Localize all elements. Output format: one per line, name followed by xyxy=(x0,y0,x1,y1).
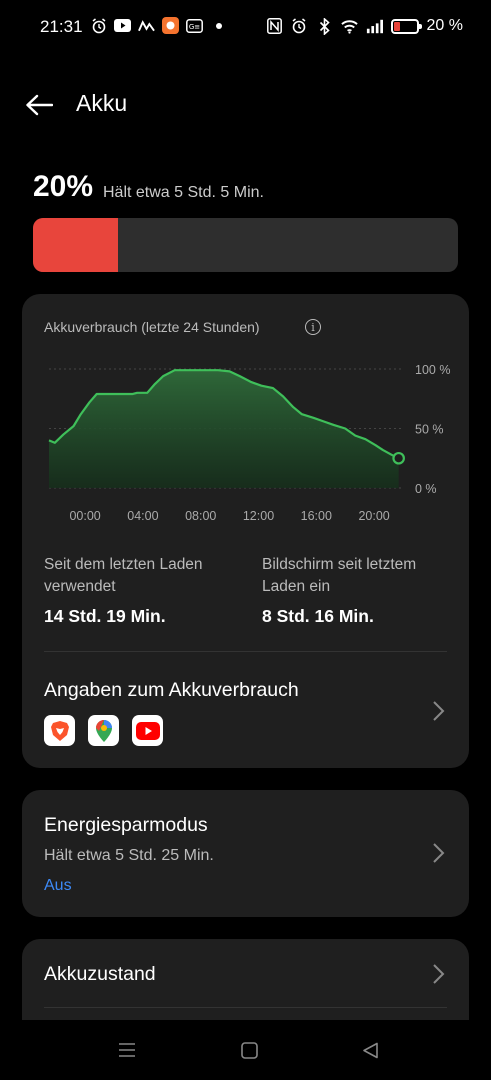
battery-health-title: Akkuzustand xyxy=(44,963,156,985)
y-tick-label: 50 % xyxy=(415,423,444,437)
app-notification-icon xyxy=(162,17,179,34)
more-dots-icon xyxy=(210,17,227,34)
x-tick-label: 08:00 xyxy=(185,509,216,523)
info-icon[interactable]: i xyxy=(305,319,321,335)
nav-back-button[interactable] xyxy=(359,1040,381,1060)
battery-estimate: Hält etwa 5 Std. 5 Min. xyxy=(103,184,264,201)
google-maps-icon xyxy=(88,715,119,746)
stat-usage-since-charge: Seit dem letzten Laden verwendet 14 Std.… xyxy=(44,554,244,627)
back-icon xyxy=(362,1042,378,1058)
svg-text:G≡: G≡ xyxy=(189,23,200,31)
battery-icon xyxy=(390,18,422,34)
stat-value: 14 Std. 19 Min. xyxy=(44,606,166,626)
navigation-bar xyxy=(0,1020,491,1080)
stat-value: 8 Std. 16 Min. xyxy=(262,606,374,626)
chart-title: Akkuverbrauch (letzte 24 Stunden) xyxy=(44,319,260,335)
x-tick-label: 04:00 xyxy=(127,509,158,523)
back-button[interactable] xyxy=(22,90,56,120)
gboard-icon: G≡ xyxy=(186,17,203,34)
y-tick-label: 100 % xyxy=(415,363,450,377)
recent-apps-button[interactable] xyxy=(116,1040,138,1060)
signal-icon xyxy=(366,18,383,35)
page-title: Akku xyxy=(76,90,128,116)
battery-percent: 20% xyxy=(33,170,94,203)
x-tick-label: 16:00 xyxy=(301,509,332,523)
battery-usage-card: Akkuverbrauch (letzte 24 Stunden) i 100 … xyxy=(22,294,469,768)
bluetooth-icon xyxy=(316,17,333,35)
stat-screen-on-since-charge: Bildschirm seit letztem Laden ein 8 Std.… xyxy=(262,554,452,627)
power-saving-card[interactable]: Energiesparmodus Hält etwa 5 Std. 25 Min… xyxy=(22,790,469,917)
y-tick-label: 0 % xyxy=(415,482,437,496)
wifi-icon xyxy=(340,18,358,35)
alarm-icon xyxy=(291,18,308,35)
x-tick-label: 12:00 xyxy=(243,509,274,523)
youtube-icon xyxy=(114,17,131,34)
usage-details-title[interactable]: Angaben zum Akkuverbrauch xyxy=(44,679,299,702)
status-battery-text: 20 % xyxy=(426,17,463,34)
app-bar: Akku xyxy=(0,82,491,128)
nfc-icon xyxy=(266,18,283,35)
stat-label: Seit dem letzten Laden verwendet xyxy=(44,556,203,595)
chart-current-point xyxy=(392,451,405,465)
notification-icons: G≡ xyxy=(90,17,227,34)
power-saving-title: Energiesparmodus xyxy=(44,814,208,836)
brave-icon xyxy=(44,715,75,746)
youtube-icon xyxy=(132,715,163,746)
home-button[interactable] xyxy=(238,1040,260,1060)
status-time: 21:31 xyxy=(40,17,83,36)
arrow-back-icon xyxy=(26,94,53,116)
divider xyxy=(44,651,447,652)
x-tick-label: 20:00 xyxy=(358,509,389,523)
home-icon xyxy=(240,1041,258,1059)
menu-icon xyxy=(119,1043,135,1057)
battery-usage-chart: 100 % 50 % 0 % 00:00 04:00 08:00 12:00 16:00 20:… xyxy=(48,363,450,523)
power-saving-estimate: Hält etwa 5 Std. 25 Min. xyxy=(44,847,214,864)
chevron-right-icon xyxy=(433,843,445,863)
chevron-right-icon[interactable] xyxy=(431,700,445,722)
stat-label: Bildschirm seit letztem Laden ein xyxy=(262,556,417,595)
divider xyxy=(44,1007,447,1008)
maps-icon xyxy=(138,17,155,34)
system-status-icons: 20 % xyxy=(266,17,463,35)
status-bar: 21:31 G≡ 20 % xyxy=(0,0,491,56)
alarm-icon xyxy=(90,17,107,34)
battery-level-bar xyxy=(33,218,458,272)
battery-level-fill xyxy=(33,218,118,272)
chevron-right-icon xyxy=(433,964,445,984)
power-saving-status: Aus xyxy=(44,877,72,894)
app-icon-list xyxy=(44,715,163,746)
x-tick-label: 00:00 xyxy=(69,509,100,523)
